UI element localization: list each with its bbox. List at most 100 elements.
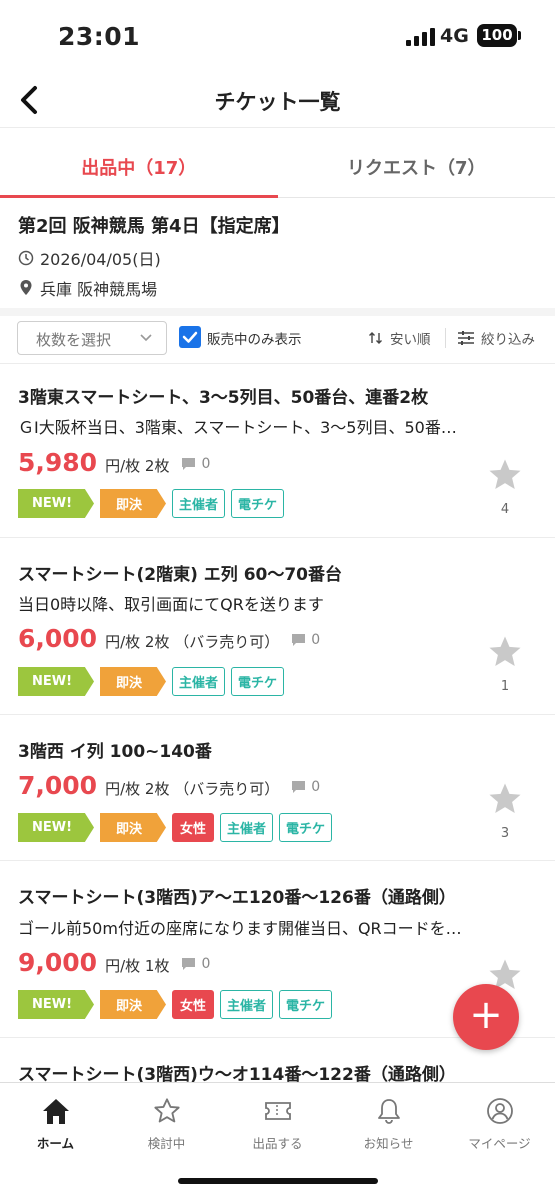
listing-price-row: 6,000 円/枚 2枚 （バラ売り可） 0 bbox=[18, 624, 320, 653]
tag-eticket: 電チケ bbox=[231, 489, 285, 518]
comment-count: 0 bbox=[181, 456, 210, 472]
listing-price: 9,000 bbox=[18, 948, 98, 977]
tag-row: NEW! 即決 女性 主催者 電チケ bbox=[18, 813, 333, 842]
on-sale-checkbox[interactable] bbox=[179, 326, 201, 348]
tag-organizer: 主催者 bbox=[220, 990, 274, 1019]
tag-row: NEW! 即決 女性 主催者 電チケ bbox=[18, 990, 333, 1019]
tag-organizer: 主催者 bbox=[172, 489, 226, 518]
listing-item[interactable]: 3階西 イ列 100~140番 7,000 円/枚 2枚 （バラ売り可） 0 N… bbox=[0, 716, 555, 861]
listing-title: スマートシート(3階西)ア〜エ120番〜126番（通路側） bbox=[18, 888, 456, 908]
comment-icon bbox=[292, 634, 306, 646]
refine-label: 絞り込み bbox=[481, 332, 535, 348]
tag-instant: 即決 bbox=[100, 667, 166, 696]
ticket-count-select[interactable]: 枚数を選択 bbox=[17, 321, 167, 355]
comment-count: 0 bbox=[291, 632, 320, 648]
home-icon bbox=[42, 1099, 69, 1124]
event-venue: 兵庫 阪神競馬場 bbox=[40, 280, 158, 299]
battery-tip bbox=[518, 31, 521, 40]
tag-row: NEW! 即決 主催者 電チケ bbox=[18, 489, 285, 518]
filter-sliders-icon bbox=[458, 331, 474, 345]
event-date: 2026/04/05(日) bbox=[40, 250, 161, 269]
listing-unit: 円/枚 2枚 bbox=[105, 457, 170, 475]
tag-new: NEW! bbox=[18, 489, 94, 518]
comment-icon bbox=[182, 958, 196, 970]
battery-icon: 100 bbox=[477, 24, 517, 47]
comment-count-value: 0 bbox=[311, 632, 321, 648]
listing-title: スマートシート(3階西)ウ〜オ114番〜122番（通路側） bbox=[18, 1065, 456, 1082]
comment-count-value: 0 bbox=[201, 456, 211, 472]
listing-price-row: 9,000 円/枚 1枚 0 bbox=[18, 948, 210, 977]
filter-bar: 枚数を選択 販売中のみ表示 安い順 絞り込み bbox=[0, 312, 555, 364]
nav-notifications-label: お知らせ bbox=[363, 1136, 414, 1151]
listing-description: ゴール前50m付近の座席になります開催当日、QRコードを… bbox=[18, 919, 462, 938]
listing-title: スマートシート(2階東) エ列 60〜70番台 bbox=[18, 565, 343, 585]
tag-eticket: 電チケ bbox=[231, 667, 285, 696]
tag-instant: 即決 bbox=[100, 813, 166, 842]
favorite-button[interactable]: 4 bbox=[485, 458, 525, 517]
location-pin-icon bbox=[20, 280, 32, 295]
listing-title: 3階東スマートシート、3〜5列目、50番台、連番2枚 bbox=[18, 388, 429, 408]
nav-home[interactable]: ホーム bbox=[0, 1097, 111, 1152]
tab-listed[interactable]: 出品中（17） bbox=[0, 129, 278, 198]
listing-price: 6,000 bbox=[18, 624, 98, 653]
comment-icon bbox=[182, 458, 196, 470]
listing-unit: 円/枚 1枚 bbox=[105, 957, 170, 975]
nav-considering[interactable]: 検討中 bbox=[111, 1097, 222, 1152]
tag-instant: 即決 bbox=[100, 489, 166, 518]
nav-bar: チケット一覧 bbox=[0, 72, 555, 128]
event-header: 第2回 阪神競馬 第4日【指定席】 2026/04/05(日) 兵庫 阪神競馬場 bbox=[0, 198, 555, 316]
signal-icon bbox=[406, 28, 435, 46]
tag-organizer: 主催者 bbox=[172, 667, 226, 696]
sort-label: 安い順 bbox=[390, 332, 431, 348]
nav-mypage-label: マイページ bbox=[468, 1136, 531, 1151]
tag-new: NEW! bbox=[18, 813, 94, 842]
home-indicator bbox=[178, 1178, 378, 1184]
tag-eticket: 電チケ bbox=[279, 813, 333, 842]
network-label: 4G bbox=[440, 25, 469, 47]
sort-button[interactable]: 安い順 bbox=[368, 328, 431, 348]
status-time: 23:01 bbox=[58, 22, 141, 51]
tag-organizer: 主催者 bbox=[220, 813, 274, 842]
listing-item[interactable]: 3階東スマートシート、3〜5列目、50番台、連番2枚 ＧⅠ大阪杯当日、3階東、ス… bbox=[0, 364, 555, 538]
on-sale-label[interactable]: 販売中のみ表示 bbox=[207, 328, 302, 348]
tag-new: NEW! bbox=[18, 667, 94, 696]
listing-price: 5,980 bbox=[18, 448, 98, 477]
tag-eticket: 電チケ bbox=[279, 990, 333, 1019]
nav-home-label: ホーム bbox=[36, 1136, 75, 1151]
status-bar: 23:01 4G 100 bbox=[0, 0, 555, 72]
page-title: チケット一覧 bbox=[214, 90, 341, 114]
listing-unit: 円/枚 2枚 （バラ売り可） bbox=[105, 780, 280, 798]
tag-women: 女性 bbox=[172, 990, 214, 1019]
listing-title: 3階西 イ列 100~140番 bbox=[18, 742, 212, 762]
tab-requests[interactable]: リクエスト（7） bbox=[278, 129, 555, 197]
listing-item[interactable]: スマートシート(2階東) エ列 60〜70番台 当日0時以降、取引画面にてQRを… bbox=[0, 539, 555, 715]
nav-mypage[interactable]: マイページ bbox=[444, 1097, 555, 1152]
chevron-down-icon bbox=[140, 334, 152, 342]
star-icon bbox=[489, 459, 521, 490]
comment-count: 0 bbox=[291, 779, 320, 795]
bell-icon bbox=[377, 1099, 400, 1124]
nav-sell[interactable]: 出品する bbox=[222, 1097, 333, 1152]
tab-bar: 出品中（17） リクエスト（7） bbox=[0, 129, 555, 198]
nav-sell-label: 出品する bbox=[252, 1136, 303, 1151]
tag-row: NEW! 即決 主催者 電チケ bbox=[18, 667, 285, 696]
nav-notifications[interactable]: お知らせ bbox=[333, 1097, 444, 1152]
star-icon bbox=[153, 1098, 180, 1123]
favorite-button[interactable]: 3 bbox=[485, 782, 525, 841]
add-listing-button[interactable]: + bbox=[453, 984, 519, 1050]
event-venue-row: 兵庫 阪神競馬場 bbox=[18, 276, 537, 300]
star-icon bbox=[489, 783, 521, 814]
listing-description: 当日0時以降、取引画面にてQRを送ります bbox=[18, 595, 324, 614]
refine-button[interactable]: 絞り込み bbox=[457, 328, 535, 348]
listing-price-row: 7,000 円/枚 2枚 （バラ売り可） 0 bbox=[18, 771, 320, 800]
star-icon bbox=[489, 636, 521, 667]
favorite-count: 4 bbox=[500, 502, 510, 517]
listing-description: ＧⅠ大阪杯当日、3階東、スマートシート、3〜5列目、50番… bbox=[18, 418, 457, 437]
favorite-button[interactable]: 1 bbox=[485, 635, 525, 694]
listing-price: 7,000 bbox=[18, 771, 98, 800]
event-title: 第2回 阪神競馬 第4日【指定席】 bbox=[18, 216, 290, 237]
sort-icon bbox=[369, 332, 382, 344]
ticket-count-placeholder: 枚数を選択 bbox=[36, 331, 112, 349]
tag-women: 女性 bbox=[172, 813, 214, 842]
comment-count-value: 0 bbox=[201, 956, 211, 972]
